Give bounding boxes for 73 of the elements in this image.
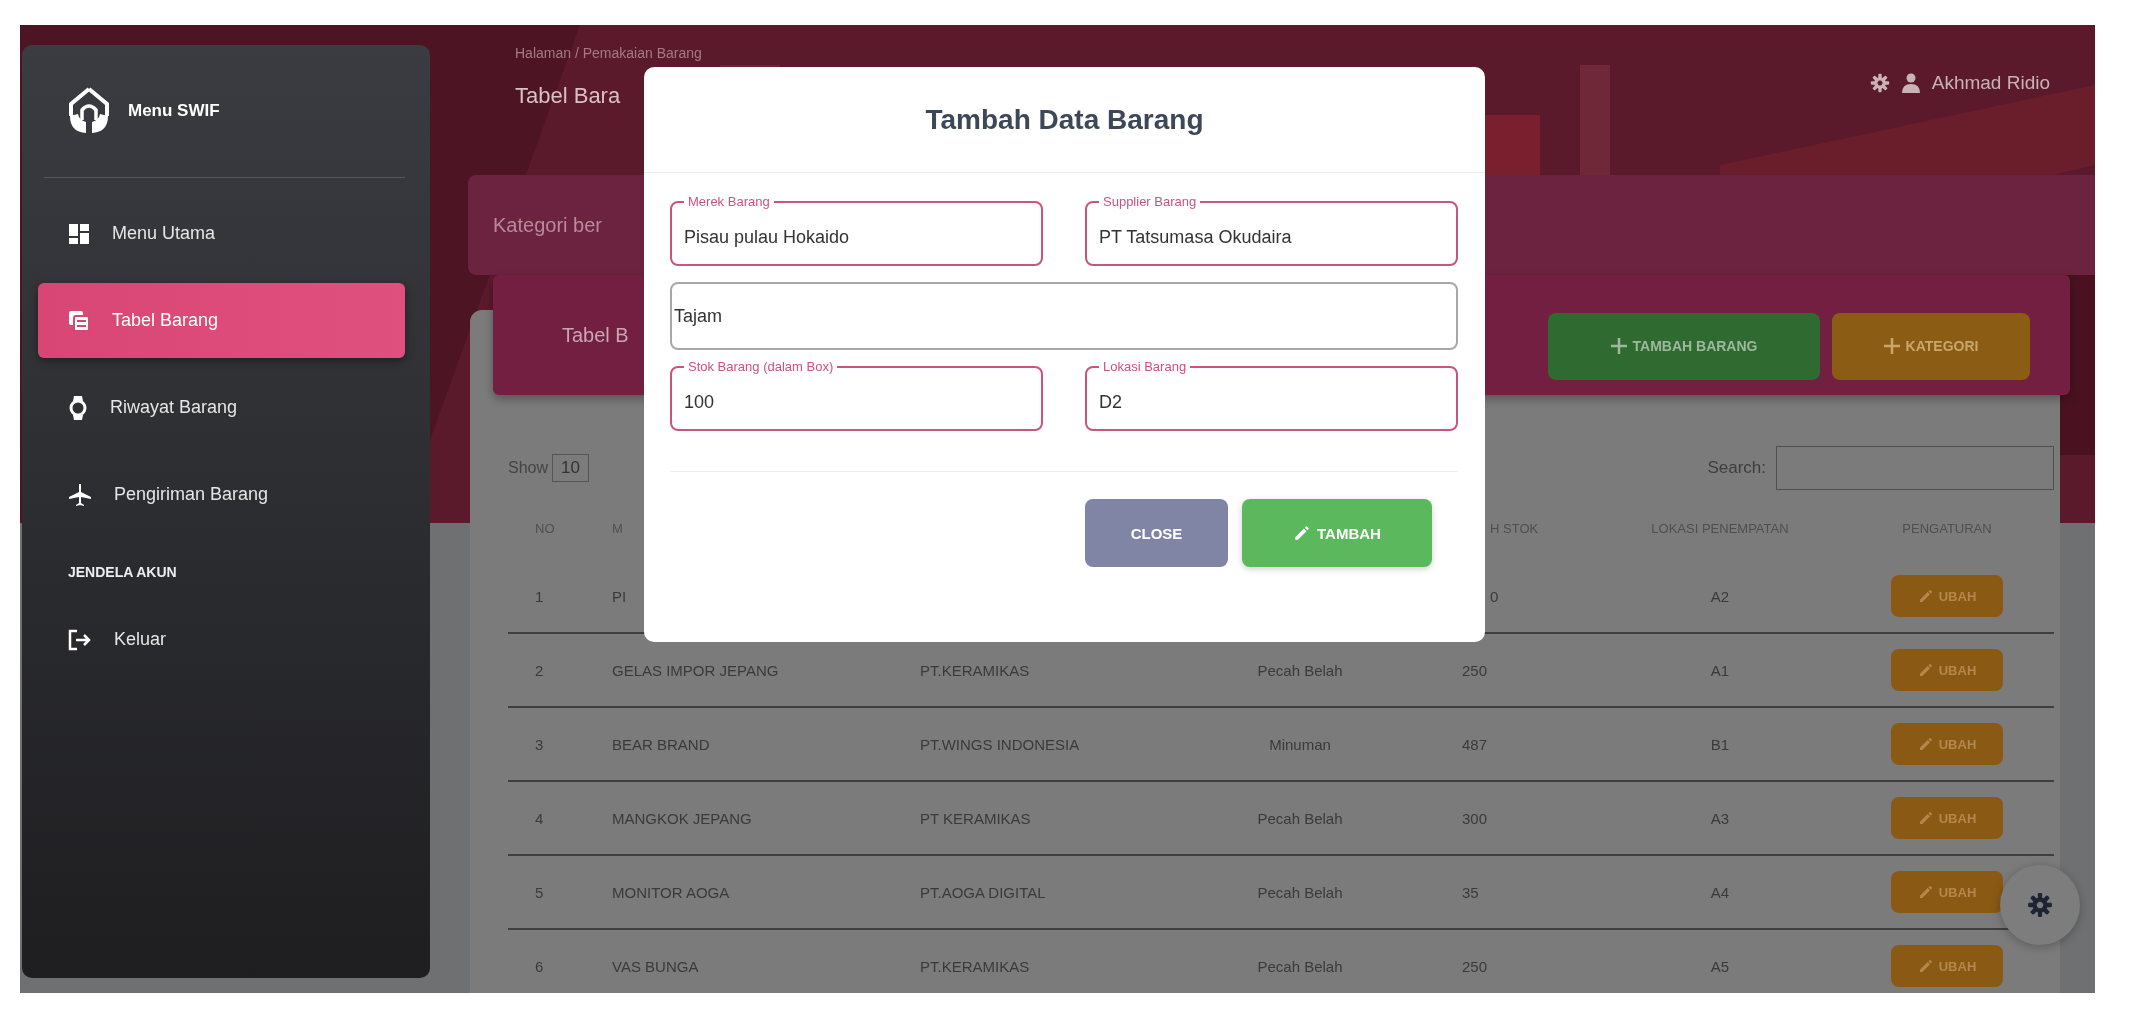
table-cell: Minuman xyxy=(1190,708,1410,782)
table-cell: PT.WINGS INDONESIA xyxy=(908,708,1190,782)
sidebar-item[interactable]: Tabel Barang xyxy=(38,283,405,358)
table-cell: MANGKOK JEPANG xyxy=(600,782,908,856)
table-cell: 6 xyxy=(508,930,600,993)
table-cell: A1 xyxy=(1600,634,1840,708)
field-label: Stok Barang (dalam Box) xyxy=(684,359,838,374)
field-label: Lokasi Barang xyxy=(1099,359,1191,374)
sidebar-item[interactable]: Riwayat Barang xyxy=(38,370,405,445)
field-value[interactable]: D2 xyxy=(1087,384,1456,413)
dashboard-icon xyxy=(68,222,90,245)
table-cell: A3 xyxy=(1600,782,1840,856)
field-value[interactable]: Pisau pulau Hokaido xyxy=(672,219,1041,248)
pencil-icon xyxy=(1293,524,1312,542)
table-cell: PT.AOGA DIGITAL xyxy=(908,856,1190,930)
pencil-icon xyxy=(1917,588,1934,604)
sidebar-item[interactable]: Keluar xyxy=(38,602,405,677)
user-name[interactable]: Akhmad Ridio xyxy=(1931,72,2050,94)
section-heading: JENDELA AKUN xyxy=(67,563,178,582)
field-label: Supplier Barang xyxy=(1099,194,1201,209)
table-cell: PT.KERAMIKAS xyxy=(908,930,1190,993)
sidebar-item[interactable]: Pengiriman Barang xyxy=(38,457,405,532)
table-cell: 487 xyxy=(1410,708,1600,782)
table-cell: A4 xyxy=(1600,856,1840,930)
table-cell: VAS BUNGA xyxy=(600,930,908,993)
input-field[interactable]: Tajam xyxy=(670,282,1458,350)
pencil-icon xyxy=(1917,662,1934,678)
field-value[interactable]: PT Tatsumasa Okudaira xyxy=(1087,219,1456,248)
logo-icon xyxy=(66,86,112,136)
user-icon xyxy=(1901,73,1920,93)
settings-icon xyxy=(2027,892,2053,918)
logout-icon xyxy=(68,628,92,651)
pencil-icon xyxy=(1917,884,1934,900)
sidebar-item[interactable]: Menu Utama xyxy=(38,196,405,271)
table-cell: 4 xyxy=(508,782,600,856)
field-value[interactable]: Tajam xyxy=(672,305,1456,327)
search-field[interactable] xyxy=(1776,446,2054,490)
category-text: Kategori ber xyxy=(493,213,602,237)
table-cell: 35 xyxy=(1410,856,1600,930)
table-cell: MONITOR AOGA xyxy=(600,856,908,930)
pencil-icon xyxy=(1917,736,1934,752)
dialog-title: Tambah Data Barang xyxy=(644,67,1485,173)
settings-icon xyxy=(1869,73,1890,93)
table-cell: Pecah Belah xyxy=(1190,782,1410,856)
documents-icon xyxy=(68,309,90,332)
table-cell: 300 xyxy=(1410,782,1600,856)
table-cell: 5 xyxy=(508,856,600,930)
table-cell: BEAR BRAND xyxy=(600,708,908,782)
page-title: Tabel Bara xyxy=(515,83,622,109)
plus-icon xyxy=(1610,338,1627,354)
pencil-icon xyxy=(1917,958,1934,974)
table-cell: B1 xyxy=(1600,708,1840,782)
table-cell: A5 xyxy=(1600,930,1840,993)
pencil-icon xyxy=(1917,810,1934,826)
table-cell: 2 xyxy=(508,634,600,708)
plus-icon xyxy=(1883,338,1900,354)
field-value[interactable]: 100 xyxy=(672,384,1041,413)
show-label: Show xyxy=(508,459,549,477)
table-cell: Pecah Belah xyxy=(1190,930,1410,993)
table-cell: Pecah Belah xyxy=(1190,856,1410,930)
close-button[interactable]: CLOSE xyxy=(1085,499,1228,567)
watch-icon xyxy=(68,395,88,420)
breadcrumb: Halaman / Pemakaian Barang xyxy=(515,45,702,61)
search-label: Search: xyxy=(1707,458,1766,478)
table-cell: A2 xyxy=(1600,560,1840,634)
field-label: Merek Barang xyxy=(684,194,774,209)
table-cell: 3 xyxy=(508,708,600,782)
table-cell: 250 xyxy=(1410,930,1600,993)
brand-name: Menu SWIF xyxy=(128,101,220,121)
table-cell: PT KERAMIKAS xyxy=(908,782,1190,856)
card-title: Tabel B xyxy=(562,323,629,347)
airplane-icon xyxy=(68,482,92,507)
table-cell: 1 xyxy=(508,560,600,634)
